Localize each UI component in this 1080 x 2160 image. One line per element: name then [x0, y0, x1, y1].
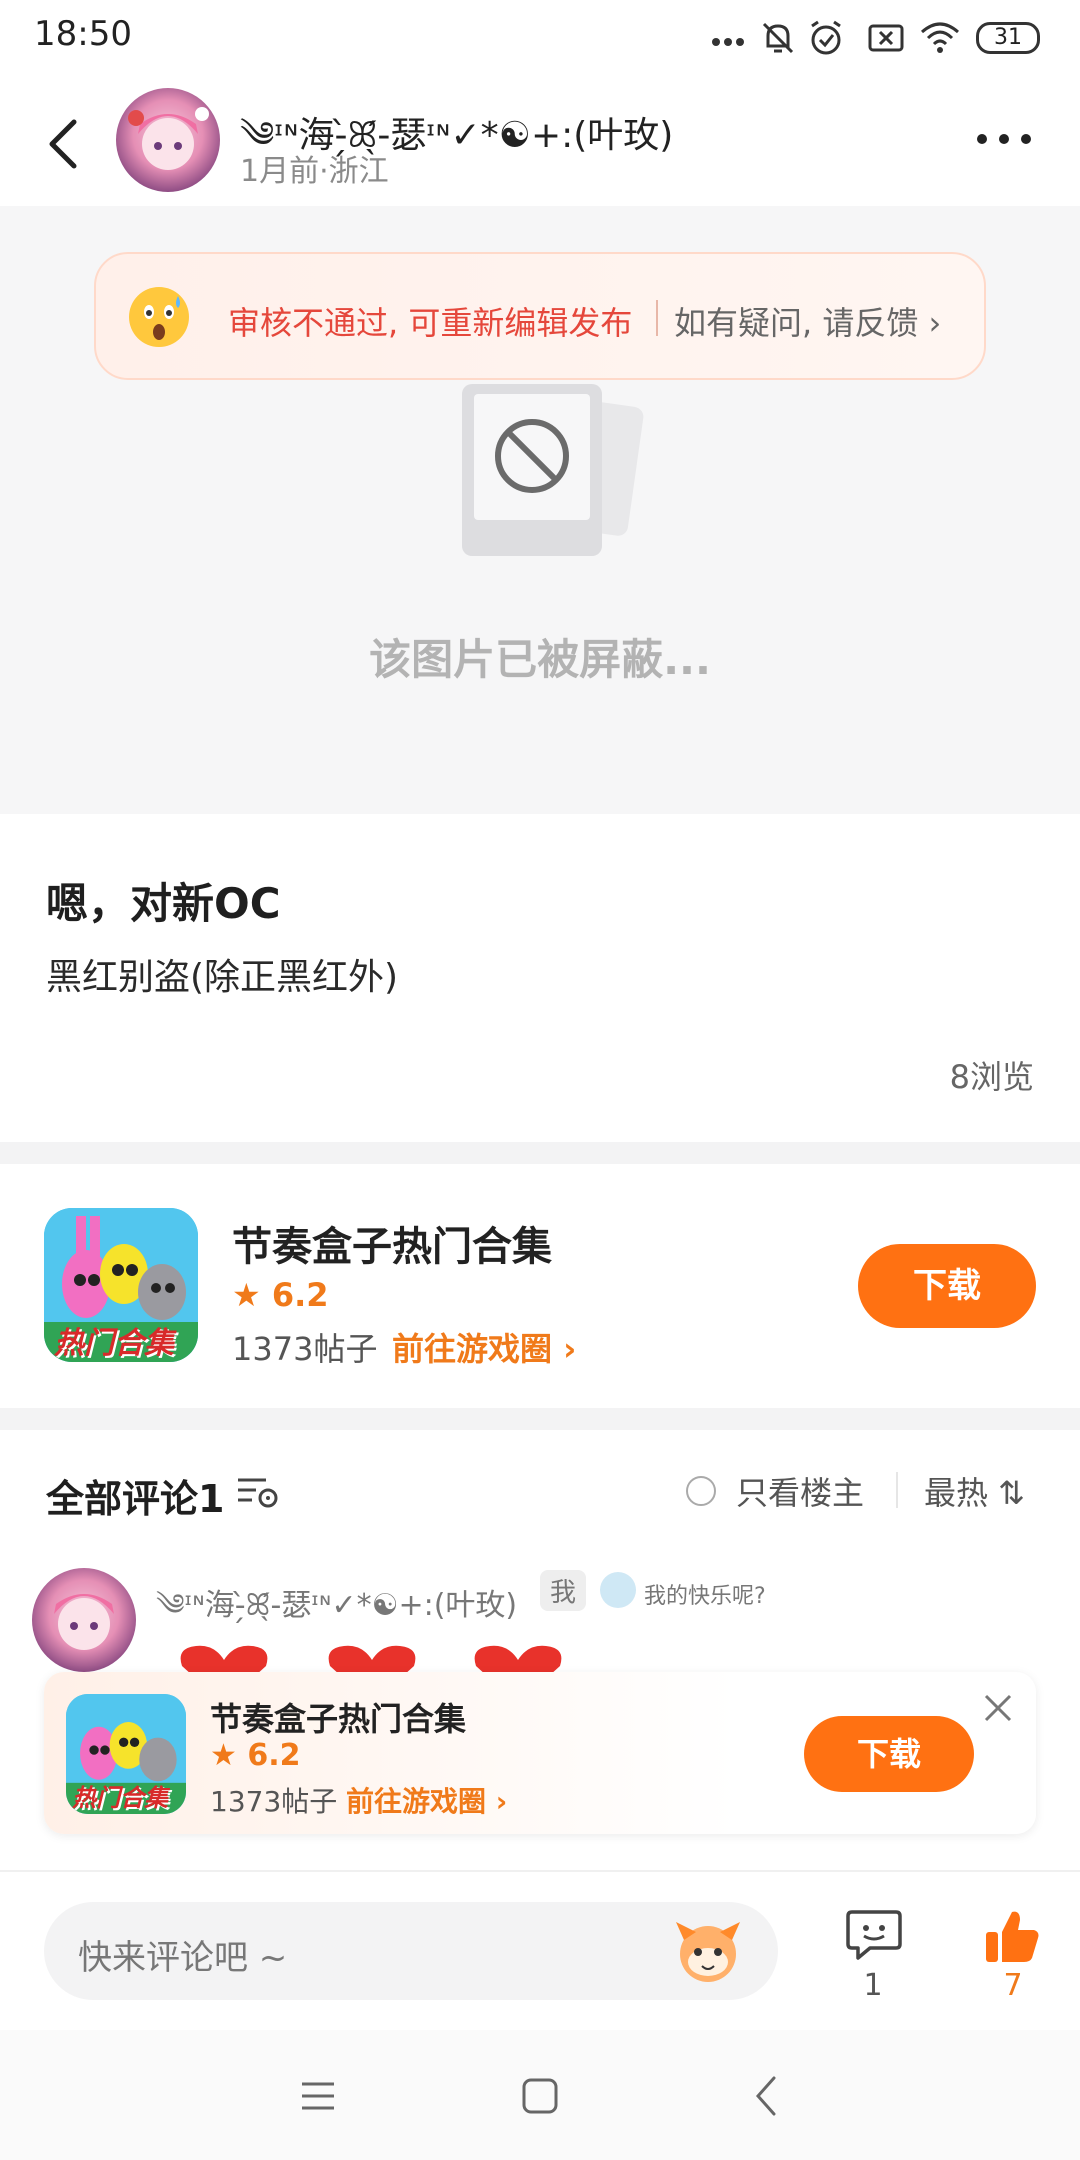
comments-title: 全部评论1: [46, 1477, 225, 1521]
status-bar: 18:50 31: [0, 0, 1080, 76]
review-status-text: 审核不通过, 可重新编辑发布: [228, 304, 633, 342]
status-time: 18:50: [34, 14, 132, 54]
home-icon[interactable]: [520, 2076, 560, 2116]
game-name[interactable]: 节奏盒子热门合集: [232, 1214, 552, 1272]
comment-count: 1: [863, 1968, 883, 2003]
author-avatar[interactable]: [116, 88, 220, 192]
download-button[interactable]: 下载: [858, 1244, 1036, 1328]
game-card[interactable]: 热门合集 节奏盒子热门合集 ★ 6.2 1373帖子 前往游戏圈 › 下载: [0, 1164, 1080, 1408]
post-header: ༄ᶦᶰ海-̗̀ꕤ̖́-瑟ᶦᶰ✓*☯+:(叶玫) 1月前·浙江: [0, 76, 1080, 206]
section-divider: [0, 1408, 1080, 1430]
post-media: 审核不通过, 可重新编辑发布 如有疑问, 请反馈 › 该图片已被屏蔽...: [0, 206, 1080, 814]
blocked-image-text: 该图片已被屏蔽...: [369, 635, 711, 684]
wifi-icon: [921, 22, 959, 53]
feedback-link[interactable]: 如有疑问, 请反馈 ›: [674, 298, 941, 344]
avatar-character-icon: [128, 107, 209, 170]
floating-goto-game-circle-link[interactable]: 前往游戏圈 ›: [346, 1780, 507, 1820]
post-meta: 1月前·浙江: [240, 154, 389, 189]
close-box-icon: [868, 24, 904, 52]
view-count: 8浏览: [949, 1058, 1034, 1096]
floating-download-button[interactable]: 下载: [804, 1716, 974, 1792]
goto-game-circle-link[interactable]: 前往游戏圈 ›: [392, 1324, 576, 1370]
mascot-emoji-icon[interactable]: [670, 1914, 746, 1986]
shocked-emoji-icon: [129, 287, 189, 347]
comment-filter-icon[interactable]: [236, 1472, 280, 1512]
menu-icon[interactable]: [298, 2078, 338, 2114]
review-failed-banner[interactable]: 审核不通过, 可重新编辑发布 如有疑问, 请反馈 ›: [94, 252, 986, 380]
floating-icon-caption: 热门合集: [72, 1784, 168, 1812]
floating-game-icon[interactable]: 热门合集: [66, 1694, 186, 1814]
game-app-icon[interactable]: 热门合集: [44, 1208, 198, 1362]
game-post-count: 1373帖子: [232, 1330, 378, 1368]
more-options-icon[interactable]: [972, 124, 1036, 154]
alarm-icon: [811, 20, 841, 55]
like-count: 7: [1003, 1968, 1023, 2003]
blocked-image-icon: [462, 384, 644, 556]
title-badge-text: 我的快乐呢?: [644, 1584, 766, 1609]
floating-game-post-count: 1373帖子: [210, 1785, 338, 1818]
system-nav-bar: [0, 2030, 1080, 2160]
floating-game-rating: ★ 6.2: [210, 1738, 301, 1773]
sort-hot-toggle[interactable]: 最热 ⇅: [924, 1468, 1025, 1514]
back-arrow-icon[interactable]: [40, 114, 90, 174]
game-rating: ★ 6.2: [232, 1276, 329, 1314]
banner-divider: [656, 300, 658, 336]
battery-icon: 31: [976, 22, 1040, 54]
more-dots-icon: [712, 38, 744, 46]
only-op-label[interactable]: 只看楼主: [736, 1468, 864, 1514]
sort-divider: [896, 1472, 898, 1508]
comment-placeholder: 快来评论吧 ~: [78, 1938, 288, 1978]
comment-avatar[interactable]: [32, 1568, 136, 1672]
game-icon-caption: 热门合集: [54, 1326, 174, 1361]
thumbs-up-icon[interactable]: [982, 1906, 1042, 1966]
bottom-action-bar: 快来评论吧 ~ 1 7: [0, 1870, 1080, 2032]
comment-icon[interactable]: [844, 1908, 904, 1964]
close-icon[interactable]: [978, 1688, 1018, 1728]
me-badge: 我: [540, 1570, 587, 1611]
section-divider: [0, 1142, 1080, 1164]
post-title: 嗯，对新OC: [46, 879, 281, 928]
floating-game-card[interactable]: 热门合集 节奏盒子热门合集 ★ 6.2 1373帖子 前往游戏圈 › 下载: [44, 1672, 1036, 1834]
mute-bell-icon: [762, 22, 794, 54]
floating-game-name[interactable]: 节奏盒子热门合集: [210, 1694, 466, 1740]
comment-avatar-character-icon: [54, 1594, 114, 1650]
nav-back-icon[interactable]: [752, 2074, 782, 2118]
comment-input[interactable]: 快来评论吧 ~: [44, 1902, 778, 2000]
title-badge-icon: [600, 1572, 636, 1608]
only-op-radio[interactable]: [686, 1476, 716, 1506]
post-body: 黑红别盗(除正黑红外): [46, 957, 399, 998]
